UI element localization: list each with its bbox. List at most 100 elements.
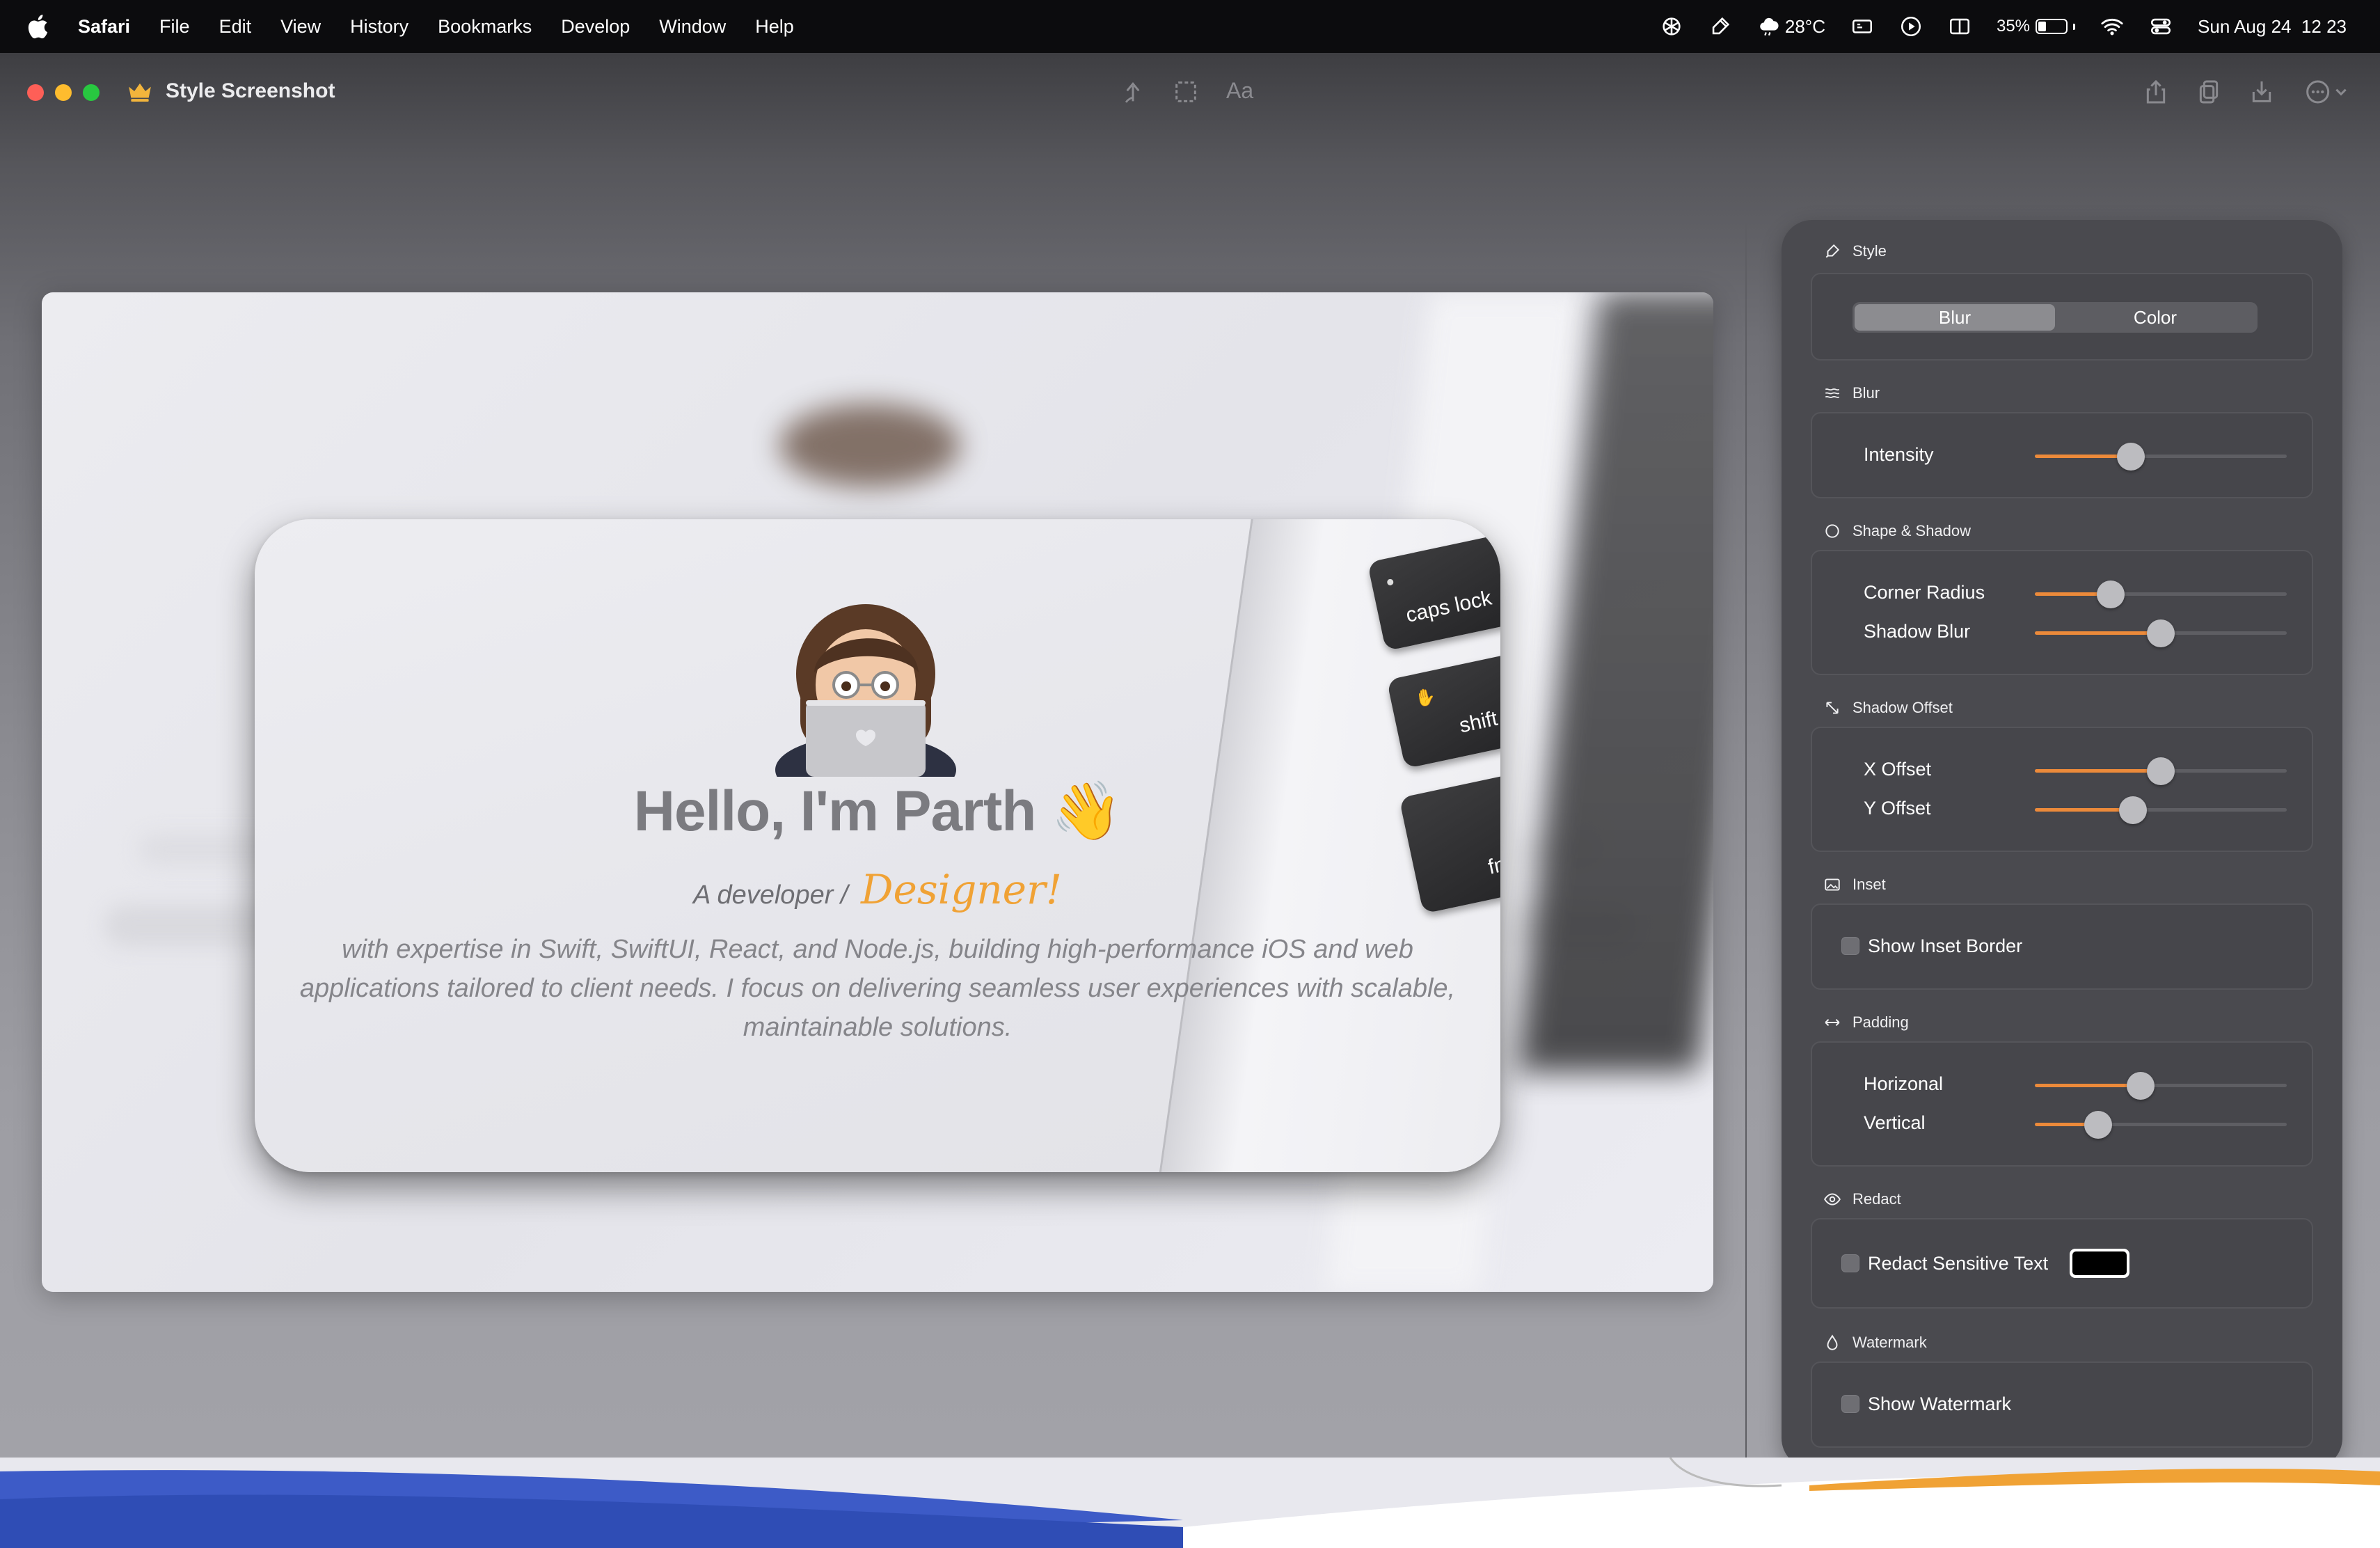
share-icon[interactable] — [2142, 78, 2170, 106]
subtitle-prefix: A developer / — [692, 880, 848, 910]
window-title: Style Screenshot — [166, 79, 335, 102]
battery-percent: 35% — [1996, 17, 2031, 35]
slider-knob[interactable] — [2127, 1072, 2155, 1100]
watermark-checkbox[interactable] — [1841, 1395, 1859, 1413]
share-arrow-icon[interactable] — [1119, 78, 1147, 106]
shape-section-header: Shape & Shadow — [1823, 522, 1971, 540]
style-segmented-control[interactable]: Blur Color — [1853, 302, 2258, 333]
blur-group: Intensity — [1811, 412, 2313, 498]
menu-history[interactable]: History — [350, 16, 408, 38]
style-section-header: Style — [1823, 242, 1887, 260]
battery-status[interactable]: 35% — [1996, 17, 2076, 36]
style-group: Blur Color — [1811, 273, 2313, 361]
diagonal-arrows-icon — [1826, 702, 1839, 714]
inset-section-header: Inset — [1823, 876, 1886, 894]
inset-border-checkbox[interactable] — [1841, 937, 1859, 955]
control-center-icon[interactable] — [2149, 15, 2173, 38]
shadow-blur-slider[interactable] — [2035, 618, 2287, 649]
watermark-group: Show Watermark — [1811, 1361, 2313, 1448]
crop-selection-icon[interactable] — [1172, 78, 1200, 106]
horizontal-padding-slider[interactable] — [2035, 1071, 2287, 1101]
menu-file[interactable]: File — [159, 16, 190, 38]
desktop-wallpaper — [0, 1458, 2380, 1548]
menu-edit[interactable]: Edit — [219, 16, 252, 38]
menu-view[interactable]: View — [280, 16, 321, 38]
redact-text-checkbox[interactable] — [1841, 1254, 1859, 1272]
divider — [1745, 223, 1747, 1469]
menu-app-safari[interactable]: Safari — [78, 16, 130, 38]
offset-group: X Offset Y Offset — [1811, 727, 2313, 852]
now-playing-icon[interactable] — [1899, 15, 1923, 38]
crown-icon — [129, 83, 151, 102]
display-icon[interactable] — [1850, 15, 1874, 38]
openai-status-icon[interactable] — [1660, 15, 1683, 38]
memoji-avatar — [775, 604, 956, 777]
weather-widget[interactable]: 28°C — [1757, 15, 1825, 38]
inset-border-label: Show Inset Border — [1868, 935, 2023, 956]
segment-color[interactable]: Color — [2055, 304, 2255, 331]
redact-section-header: Redact — [1823, 1190, 1901, 1208]
intensity-label: Intensity — [1864, 444, 1934, 465]
circle-icon — [1825, 524, 1839, 538]
menu-bar: Safari File Edit View History Bookmarks … — [0, 0, 2380, 53]
redact-text-label: Redact Sensitive Text — [1868, 1253, 2049, 1274]
slider-knob[interactable] — [2084, 1111, 2112, 1139]
text-style-button[interactable]: Aa — [1226, 78, 1253, 104]
paintbrush-icon — [1825, 244, 1840, 258]
menu-help[interactable]: Help — [755, 16, 794, 38]
cloud-rain-icon — [1760, 17, 1779, 36]
watermark-section-header: Watermark — [1823, 1334, 1927, 1352]
slider-knob[interactable] — [2096, 580, 2125, 608]
watermark-label: Show Watermark — [1868, 1393, 2012, 1414]
menubar-clock[interactable]: Sun Aug 24 12 23 — [2198, 16, 2347, 38]
menu-window[interactable]: Window — [659, 16, 726, 38]
intensity-slider[interactable] — [2035, 441, 2287, 472]
shape-group: Corner Radius Shadow Blur — [1811, 550, 2313, 675]
horizontal-arrows-icon — [1825, 1018, 1840, 1027]
subtitle-highlight: Designer! — [861, 866, 1063, 913]
menu-develop[interactable]: Develop — [561, 16, 630, 38]
blur-waves-icon — [1825, 388, 1840, 398]
wifi-icon[interactable] — [2100, 15, 2124, 38]
y-offset-slider[interactable] — [2035, 795, 2287, 826]
corner-radius-slider[interactable] — [2035, 579, 2287, 610]
offset-section-header: Shadow Offset — [1823, 699, 1953, 717]
x-offset-label: X Offset — [1864, 759, 1932, 780]
shadow-blur-label: Shadow Blur — [1864, 621, 1971, 642]
drop-icon — [1827, 1334, 1838, 1350]
vertical-padding-label: Vertical — [1864, 1112, 1926, 1133]
corner-radius-label: Corner Radius — [1864, 582, 1985, 603]
redact-group: Redact Sensitive Text — [1811, 1218, 2313, 1309]
inset-group: Show Inset Border — [1811, 903, 2313, 990]
preview-subtitle: A developer / Designer! — [255, 866, 1500, 913]
split-view-icon[interactable] — [1948, 15, 1972, 38]
slider-knob[interactable] — [2147, 619, 2175, 647]
picker-icon[interactable] — [1708, 15, 1732, 38]
segment-blur[interactable]: Blur — [1855, 304, 2055, 331]
more-options-icon[interactable] — [2303, 78, 2351, 106]
title-bar: Style Screenshot Aa — [0, 53, 2380, 129]
close-window-button[interactable] — [27, 84, 44, 101]
padding-section-header: Padding — [1823, 1013, 1909, 1032]
horizontal-padding-label: Horizonal — [1864, 1073, 1944, 1094]
slider-knob[interactable] — [2147, 757, 2175, 785]
apple-menu-icon[interactable] — [25, 13, 49, 40]
x-offset-slider[interactable] — [2035, 756, 2287, 787]
menu-bookmarks[interactable]: Bookmarks — [438, 16, 532, 38]
copy-icon[interactable] — [2195, 78, 2223, 106]
zoom-window-button[interactable] — [83, 84, 100, 101]
preview-heading: Hello, I'm Parth 👋 — [633, 780, 1122, 843]
slider-knob[interactable] — [2116, 443, 2145, 471]
battery-icon — [2036, 19, 2076, 34]
inspector-panel: Style Blur Color Blur Intensity Shape & … — [1782, 220, 2342, 1469]
preview-bio: with expertise in Swift, SwiftUI, React,… — [299, 935, 1456, 1042]
app-window: Style Screenshot Aa caps lock ✋ shift fn — [0, 53, 2380, 1469]
vertical-padding-slider[interactable] — [2035, 1109, 2287, 1140]
redact-color-well[interactable] — [2070, 1249, 2129, 1278]
photo-icon — [1825, 878, 1840, 891]
screenshot-preview-card[interactable]: caps lock ✋ shift fn Hello, I'm Parth 👋 — [255, 519, 1500, 1172]
save-icon[interactable] — [2248, 78, 2276, 106]
slider-knob[interactable] — [2119, 796, 2148, 824]
minimize-window-button[interactable] — [55, 84, 72, 101]
weather-temp: 28°C — [1784, 15, 1825, 37]
